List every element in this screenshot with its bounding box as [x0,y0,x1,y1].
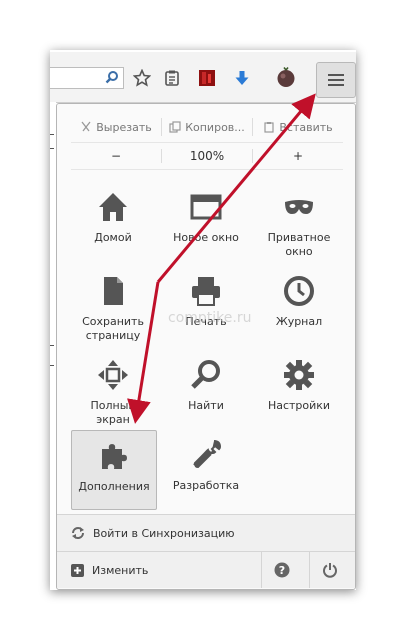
annotation-arrow-path [156,93,316,283]
annotation-arrows [127,93,316,424]
annotation-arrow-path [127,281,160,424]
